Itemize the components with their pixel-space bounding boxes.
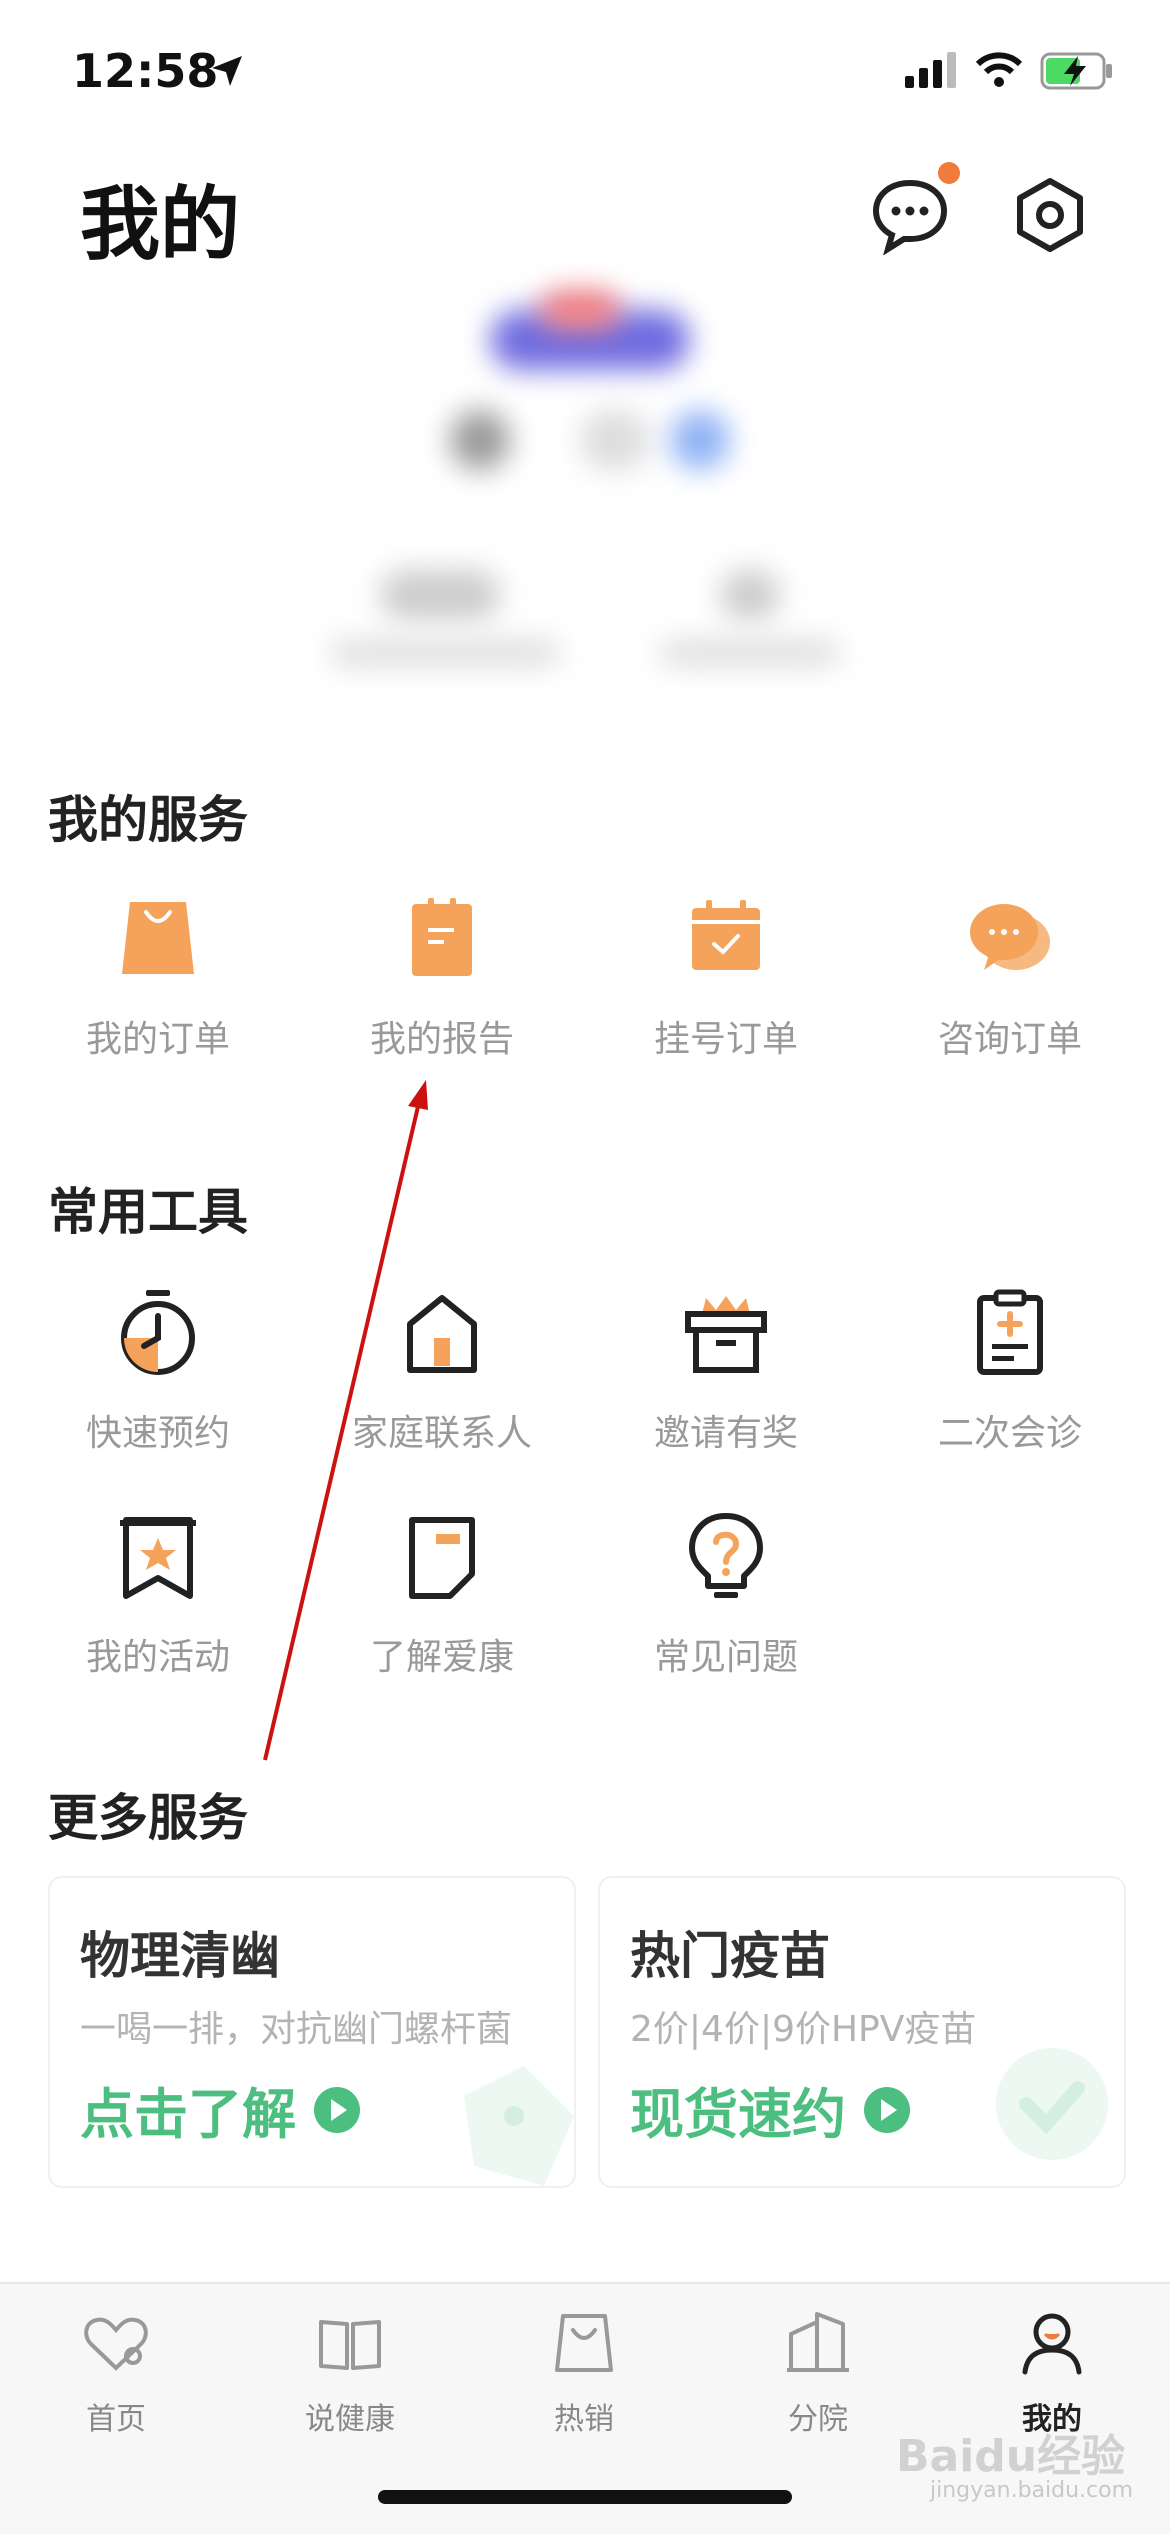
play-icon bbox=[314, 2086, 360, 2133]
user-avatar-icon bbox=[1022, 2313, 1082, 2375]
page-title: 我的 bbox=[80, 178, 240, 271]
tool-second-consult[interactable]: 二次会诊 bbox=[880, 1284, 1140, 1456]
medical-clipboard-icon bbox=[977, 1289, 1043, 1375]
tab-label: 热销 bbox=[554, 2402, 614, 2437]
card-physical-clearance[interactable]: 物理清幽 一喝一排，对抗幽门螺杆菌 点击了解 bbox=[48, 1876, 576, 2188]
tool-label: 我的活动 bbox=[85, 1637, 230, 1678]
tools-title: 常用工具 bbox=[48, 1183, 248, 1241]
baidu-watermark-url: jingyan.baidu.com bbox=[930, 2478, 1134, 2503]
card-title: 热门疫苗 bbox=[630, 1927, 830, 1985]
calendar-check-icon bbox=[692, 900, 760, 970]
more-title: 更多服务 bbox=[48, 1789, 248, 1847]
card-subtitle: 2价|4价|9价HPV疫苗 bbox=[630, 2009, 977, 2050]
service-registration-orders[interactable]: 挂号订单 bbox=[596, 890, 856, 1062]
card-cta-label: 点击了解 bbox=[80, 2083, 296, 2146]
card-title: 物理清幽 bbox=[80, 1927, 280, 1985]
tool-label: 二次会诊 bbox=[937, 1413, 1082, 1454]
status-time: 12:58 bbox=[72, 44, 219, 98]
home-indicator[interactable] bbox=[378, 2490, 792, 2504]
baidu-watermark: Baidu经验 bbox=[896, 2431, 1126, 2482]
service-my-reports[interactable]: 我的报告 bbox=[312, 890, 572, 1062]
open-book-icon bbox=[319, 2320, 381, 2370]
status-bar: 12:58 bbox=[0, 0, 1170, 140]
cellular-signal-icon bbox=[905, 52, 956, 88]
tab-home[interactable]: 首页 bbox=[16, 2308, 216, 2438]
notification-dot bbox=[938, 162, 960, 184]
chat-bubble-icon[interactable] bbox=[870, 175, 950, 255]
check-circle-deco-icon bbox=[996, 2048, 1108, 2160]
building-icon bbox=[787, 2312, 849, 2372]
service-my-orders[interactable]: 我的订单 bbox=[28, 890, 288, 1062]
capsule-deco-icon bbox=[464, 2066, 574, 2186]
card-subtitle: 一喝一排，对抗幽门螺杆菌 bbox=[80, 2009, 513, 2050]
service-label: 挂号订单 bbox=[653, 1019, 798, 1060]
card-cta[interactable]: 现货速约 bbox=[630, 2070, 910, 2149]
gift-box-icon bbox=[685, 1296, 767, 1373]
chat-consult-icon bbox=[970, 904, 1050, 970]
star-banner-icon bbox=[120, 1517, 196, 1599]
shopping-bag-icon bbox=[122, 902, 194, 974]
location-arrow-icon bbox=[212, 56, 242, 86]
tab-label: 分院 bbox=[788, 2402, 848, 2437]
service-label: 我的订单 bbox=[85, 1019, 230, 1060]
tab-mine[interactable]: 我的 bbox=[952, 2308, 1152, 2438]
tool-label: 了解爱康 bbox=[369, 1637, 514, 1678]
tab-label: 说健康 bbox=[305, 2402, 395, 2437]
tab-branches[interactable]: 分院 bbox=[718, 2308, 918, 2438]
card-hot-vaccine[interactable]: 热门疫苗 2价|4价|9价HPV疫苗 现货速约 bbox=[598, 1876, 1126, 2188]
tool-about-ikang[interactable]: 了解爱康 bbox=[312, 1508, 572, 1680]
battery-charging-icon bbox=[1040, 52, 1112, 90]
hexagon-gear-icon[interactable] bbox=[1010, 175, 1090, 255]
tool-label: 邀请有奖 bbox=[653, 1413, 798, 1454]
profile-blurred[interactable] bbox=[300, 290, 860, 710]
card-cta[interactable]: 点击了解 bbox=[80, 2070, 360, 2149]
tool-label: 常见问题 bbox=[653, 1637, 798, 1678]
heart-home-icon bbox=[84, 2317, 148, 2371]
card-cta-label: 现货速约 bbox=[630, 2083, 846, 2146]
service-label: 咨询订单 bbox=[937, 1019, 1082, 1060]
wifi-icon bbox=[975, 52, 1023, 87]
service-consult-orders[interactable]: 咨询订单 bbox=[880, 890, 1140, 1062]
tab-hot-sale[interactable]: 热销 bbox=[484, 2308, 684, 2438]
tool-label: 家庭联系人 bbox=[351, 1413, 532, 1454]
tool-invite-reward[interactable]: 邀请有奖 bbox=[596, 1284, 856, 1456]
bookmark-card-icon bbox=[409, 1517, 475, 1599]
tool-quick-booking[interactable]: 快速预约 bbox=[28, 1284, 288, 1456]
clipboard-report-icon bbox=[412, 898, 472, 976]
play-icon bbox=[864, 2086, 910, 2133]
tool-faq[interactable]: 常见问题 bbox=[596, 1508, 856, 1680]
service-label: 我的报告 bbox=[369, 1019, 514, 1060]
tool-label: 快速预约 bbox=[85, 1413, 230, 1454]
house-icon bbox=[407, 1295, 477, 1373]
tab-health-talk[interactable]: 说健康 bbox=[250, 2308, 450, 2438]
shopping-bag-outline-icon bbox=[555, 2314, 613, 2372]
tool-my-activities[interactable]: 我的活动 bbox=[28, 1508, 288, 1680]
tab-label: 首页 bbox=[86, 2402, 146, 2437]
services-title: 我的服务 bbox=[48, 791, 248, 849]
timer-icon bbox=[121, 1290, 195, 1375]
tool-family-contacts[interactable]: 家庭联系人 bbox=[312, 1284, 572, 1456]
lightbulb-question-icon bbox=[689, 1513, 763, 1598]
